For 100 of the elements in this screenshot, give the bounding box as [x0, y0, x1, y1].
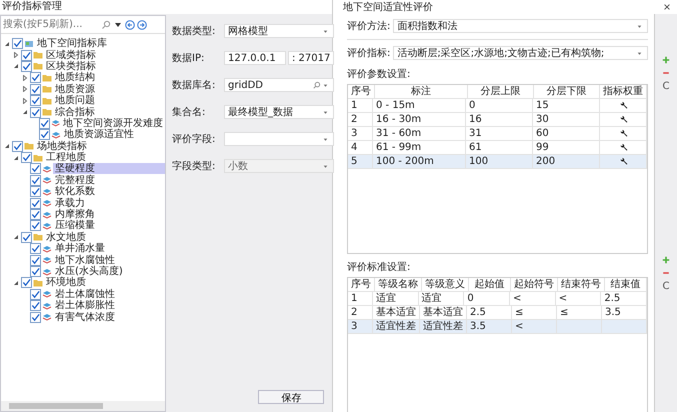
expand-icon[interactable] [13, 52, 19, 58]
table-cell: 16 [466, 113, 533, 126]
checkbox[interactable] [30, 243, 41, 254]
port-field[interactable]: : 27017 [288, 51, 334, 65]
tree-item[interactable]: 有害气体浓度 [53, 312, 117, 323]
checkbox[interactable] [21, 152, 32, 164]
tree-item[interactable]: 区块类指标 [44, 60, 98, 72]
checkbox[interactable] [30, 72, 41, 84]
tree-item[interactable]: 内摩擦角 [53, 209, 97, 220]
checkbox[interactable] [38, 118, 50, 129]
collapse-icon[interactable] [4, 143, 10, 150]
search-icon[interactable] [312, 80, 322, 90]
tree-item[interactable]: 地质资源适宜性 [62, 129, 136, 140]
tree-item[interactable]: 地下水腐蚀性 [53, 254, 117, 266]
tree-item[interactable]: 岩土体膨胀性 [53, 300, 117, 312]
dropdown-field[interactable]: 活动断层;采空区;水源地;文物古迹;已有构筑物; [393, 46, 648, 60]
checkbox[interactable] [30, 220, 41, 232]
dropdown-field[interactable] [224, 132, 334, 146]
checkbox[interactable] [30, 288, 41, 300]
dropdown-field[interactable]: 最终模型_数据 [224, 105, 334, 119]
clear-button[interactable]: C [662, 282, 670, 292]
tree-item[interactable]: 承载力 [53, 198, 87, 209]
tree-item[interactable]: 地质结构 [53, 72, 97, 84]
folder-icon [33, 50, 43, 60]
tree-item[interactable]: 水文地质 [44, 232, 88, 243]
collapse-icon[interactable] [22, 109, 28, 116]
tree-item[interactable]: 软化系数 [53, 186, 97, 198]
folder-icon [33, 232, 43, 242]
collapse-icon[interactable] [4, 40, 10, 47]
checkbox[interactable] [30, 174, 41, 186]
checkbox[interactable] [30, 198, 41, 209]
tree-item[interactable]: 压缩模量 [53, 220, 97, 232]
checkbox[interactable] [21, 277, 32, 288]
tree-item[interactable]: 工程地质 [44, 152, 88, 164]
ip-field[interactable]: 127.0.0.1 [224, 51, 286, 65]
table-cell: 60 [533, 127, 600, 140]
section-label: 评价参数设置: [347, 68, 412, 81]
tree-item[interactable]: 地下空间资源开发难度 [61, 118, 165, 129]
tree-item[interactable]: 单井涌水量 [53, 243, 107, 254]
table-cell: 100 [466, 155, 533, 168]
tree-item[interactable]: 水压(水头高度) [53, 266, 125, 277]
folder-icon [24, 141, 34, 152]
checkbox[interactable] [12, 140, 23, 152]
checkbox[interactable] [30, 106, 41, 118]
table-cell: 3 [348, 320, 373, 333]
checkbox[interactable] [21, 232, 32, 243]
checkbox[interactable] [39, 129, 50, 140]
table-row[interactable]: 3 31 - 60m 31 60 [348, 127, 647, 141]
dropdown-field[interactable]: 面积指数和法 [393, 19, 648, 33]
table-row[interactable]: 1 适宜 适宜 0 < < 2.5 [348, 292, 647, 306]
checkbox[interactable] [30, 254, 41, 266]
checkbox[interactable] [30, 209, 41, 220]
tree-item[interactable]: 地质问题 [53, 95, 97, 106]
column-header: 等级意义 [422, 278, 469, 291]
tree-item[interactable]: 综合指标 [53, 106, 97, 118]
checkbox[interactable] [30, 300, 41, 312]
layer-icon [42, 289, 52, 300]
table-row[interactable]: 5 100 - 200m 100 200 [348, 155, 647, 169]
dropdown-field[interactable]: 网格模型 [224, 24, 334, 38]
checkbox[interactable] [30, 95, 41, 106]
table-row[interactable]: 2 16 - 30m 16 30 [348, 113, 647, 127]
tree-item[interactable]: 环境地质 [44, 277, 88, 288]
tree-item[interactable]: 完整程度 [53, 174, 97, 186]
tree-item[interactable]: 区域类指标 [44, 50, 98, 61]
checkbox[interactable] [30, 186, 41, 198]
expand-icon[interactable] [22, 86, 28, 92]
database-icon [24, 38, 34, 49]
save-button[interactable]: 保存 [258, 390, 324, 404]
close-icon[interactable] [663, 3, 671, 11]
table-cell: 适宜性差 [373, 320, 420, 333]
tree-item[interactable]: 地下空间指标库 [35, 38, 109, 50]
table-row[interactable]: 1 0 - 15m 0 15 [348, 99, 647, 113]
collapse-icon[interactable] [13, 63, 19, 70]
tree-item[interactable]: 地质资源 [53, 84, 97, 95]
tree-item[interactable]: 岩土体腐蚀性 [53, 288, 117, 300]
clear-button[interactable]: C [662, 82, 670, 92]
checkbox[interactable] [21, 60, 32, 72]
checkbox[interactable] [30, 312, 41, 323]
forward-icon[interactable] [137, 20, 147, 30]
expand-icon[interactable] [22, 74, 28, 81]
remove-icon[interactable] [662, 69, 670, 77]
expand-icon[interactable] [22, 98, 28, 104]
tree-item[interactable]: 坚硬程度 [53, 163, 165, 174]
collapse-icon[interactable] [13, 280, 19, 286]
collapse-icon[interactable] [13, 154, 19, 161]
dropdown-field[interactable]: gridDD [224, 78, 334, 92]
horizontal-scrollbar[interactable] [1, 401, 165, 411]
checkbox[interactable] [12, 38, 23, 50]
checkbox[interactable] [21, 50, 32, 61]
table-row[interactable]: 3 适宜性差 适宜性差 3.5 < [348, 320, 647, 334]
collapse-icon[interactable] [13, 234, 19, 240]
back-icon[interactable] [125, 20, 135, 30]
tree-item[interactable]: 场地类指标 [35, 140, 89, 152]
column-header: 分层下限 [534, 85, 600, 98]
checkbox[interactable] [30, 266, 41, 277]
table-cell: 2 [348, 113, 373, 126]
remove-icon[interactable] [662, 269, 670, 277]
checkbox[interactable] [30, 84, 41, 95]
checkbox[interactable] [30, 163, 41, 174]
table-cell: 1 [348, 99, 373, 112]
